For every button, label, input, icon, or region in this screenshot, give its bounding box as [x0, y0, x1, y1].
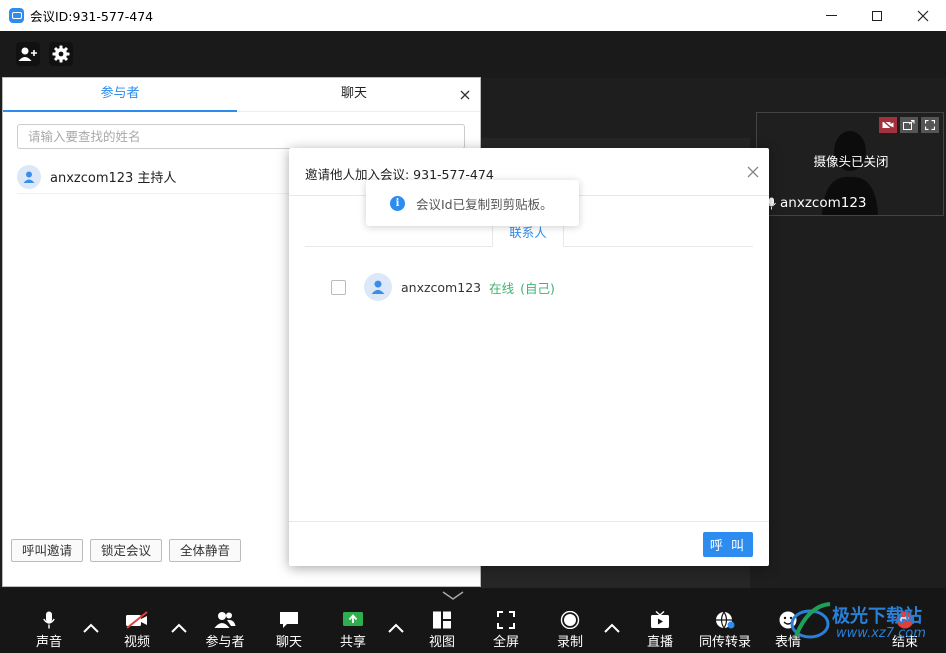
- minimize-icon: [825, 15, 837, 16]
- maximize-button[interactable]: [854, 0, 900, 31]
- gear-icon: [52, 45, 70, 63]
- share-options-chevron-up-icon[interactable]: [386, 620, 406, 636]
- tab-participants[interactable]: 参与者: [3, 78, 237, 112]
- contact-name: anxzcom123: [401, 279, 482, 295]
- end-label: 结束: [891, 635, 918, 650]
- contact-checkbox[interactable]: [331, 279, 346, 295]
- info-icon: i: [390, 195, 405, 211]
- settings-button[interactable]: [49, 42, 73, 66]
- window-title: 会议ID:931-577-474: [30, 9, 154, 24]
- camera-tile-controls: [879, 117, 939, 133]
- invite-dialog-close-button[interactable]: [747, 162, 759, 183]
- camera-tile[interactable]: 摄像头已关闭 anxzcom123: [756, 112, 944, 216]
- add-user-icon: [18, 47, 37, 61]
- user-icon: [23, 171, 35, 183]
- microphone-icon: [43, 611, 55, 629]
- divider: [289, 521, 769, 522]
- panel-actions: 呼叫邀请 锁定会议 全体静音: [11, 539, 242, 562]
- record-label: 录制: [556, 635, 583, 650]
- transcribe-button[interactable]: 同传转录: [697, 611, 753, 650]
- expand-icon: [925, 120, 935, 130]
- emoji-label: 表情: [774, 635, 801, 650]
- close-icon: [460, 90, 470, 100]
- share-button[interactable]: 共享: [325, 611, 381, 650]
- fullscreen-icon: [497, 611, 515, 629]
- emoji-icon: [779, 611, 797, 629]
- lock-meeting-button[interactable]: 锁定会议: [90, 539, 163, 562]
- view-button[interactable]: 视图: [414, 611, 470, 650]
- collapse-toolbar-chevron-down-icon[interactable]: [441, 589, 465, 603]
- end-meeting-button[interactable]: 结束: [877, 611, 933, 650]
- audio-label: 声音: [35, 635, 62, 650]
- video-off-icon: [882, 120, 894, 130]
- live-button[interactable]: 直播: [632, 611, 688, 650]
- emoji-button[interactable]: 表情: [760, 611, 816, 650]
- record-options-chevron-up-icon[interactable]: [602, 620, 622, 636]
- view-label: 视图: [428, 635, 455, 650]
- tab-chat[interactable]: 聊天: [237, 78, 471, 112]
- fullscreen-label: 全屏: [492, 635, 519, 650]
- chat-label: 聊天: [275, 635, 302, 650]
- audio-options-chevron-up-icon[interactable]: [81, 620, 101, 636]
- add-participant-button[interactable]: [16, 42, 40, 66]
- fullscreen-button[interactable]: 全屏: [478, 611, 534, 650]
- video-label: 视频: [123, 635, 150, 650]
- video-button[interactable]: 视频: [109, 611, 165, 650]
- record-button[interactable]: 录制: [542, 611, 598, 650]
- users-icon: [214, 612, 236, 628]
- toast-message: 会议Id已复制到剪贴板。: [416, 196, 553, 212]
- panel-close-button[interactable]: [460, 86, 470, 104]
- close-icon: [747, 166, 759, 178]
- mute-all-button[interactable]: 全体静音: [169, 539, 242, 562]
- share-screen-icon: [343, 612, 363, 626]
- share-label: 共享: [339, 635, 366, 650]
- popout-button[interactable]: [900, 117, 918, 133]
- panel-tabs: 参与者 聊天: [3, 78, 480, 112]
- camera-off-button[interactable]: [879, 117, 897, 133]
- chat-bubble-icon: [280, 612, 298, 628]
- live-label: 直播: [646, 635, 673, 650]
- participant-search-input[interactable]: [17, 124, 465, 149]
- participants-label: 参与者: [205, 635, 245, 650]
- video-options-chevron-up-icon[interactable]: [169, 620, 189, 636]
- record-icon: [560, 611, 580, 629]
- contact-self-tag: (自己): [520, 280, 555, 296]
- close-icon: [917, 10, 929, 21]
- call-button[interactable]: 呼 叫: [703, 532, 753, 557]
- maximize-icon: [872, 10, 882, 21]
- audio-button[interactable]: 声音: [21, 611, 77, 650]
- video-off-icon: [126, 611, 148, 629]
- user-icon: [371, 280, 385, 294]
- contact-status: 在线: [489, 280, 515, 296]
- call-invite-button[interactable]: 呼叫邀请: [11, 539, 84, 562]
- popout-icon: [903, 120, 915, 130]
- expand-button[interactable]: [921, 117, 939, 133]
- close-window-button[interactable]: [900, 0, 946, 31]
- contact-row[interactable]: anxzcom123 在线 (自己): [331, 273, 555, 301]
- transcribe-label: 同传转录: [698, 635, 751, 650]
- live-tv-icon: [651, 611, 669, 628]
- layout-grid-icon: [433, 611, 451, 629]
- translate-globe-icon: [716, 611, 735, 629]
- participant-name: anxzcom123 主持人: [50, 171, 177, 186]
- camera-off-label: 摄像头已关闭: [813, 154, 889, 169]
- minimize-button[interactable]: [808, 0, 854, 31]
- end-call-icon: [896, 611, 914, 629]
- avatar: [364, 273, 392, 301]
- participants-button[interactable]: 参与者: [197, 611, 253, 650]
- camera-tile-name: anxzcom123: [767, 195, 867, 211]
- title-bar: 会议ID:931-577-474: [0, 0, 946, 31]
- bottom-toolbar: 声音 视频 参与者 聊天 共享 视图 全屏 录制 直播 同传转录 表情 结束: [0, 588, 946, 653]
- chat-button[interactable]: 聊天: [261, 611, 317, 650]
- copied-toast: i 会议Id已复制到剪贴板。: [366, 180, 579, 226]
- app-logo-icon: [9, 8, 24, 23]
- avatar: [17, 164, 41, 189]
- camera-tile-username: anxzcom123: [780, 195, 867, 211]
